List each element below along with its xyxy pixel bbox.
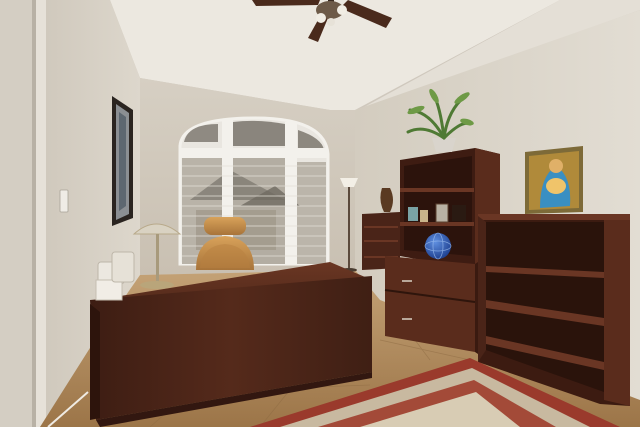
shelf-picture-frame xyxy=(435,203,449,223)
home-office-photo xyxy=(0,0,640,427)
blue-decorative-sphere xyxy=(425,233,451,259)
desk-cube xyxy=(95,279,123,301)
desk-device xyxy=(111,251,135,283)
arched-window-with-blinds xyxy=(178,116,330,266)
shelf-dark-frame xyxy=(452,205,466,221)
shelf-box xyxy=(420,210,428,222)
door-jamb-shadow xyxy=(32,0,36,427)
wall-picture-art xyxy=(119,112,126,211)
door-jamb xyxy=(36,0,46,427)
shelf-photo-frame xyxy=(408,207,418,221)
light-switch xyxy=(59,189,69,213)
religious-painting xyxy=(525,146,583,214)
